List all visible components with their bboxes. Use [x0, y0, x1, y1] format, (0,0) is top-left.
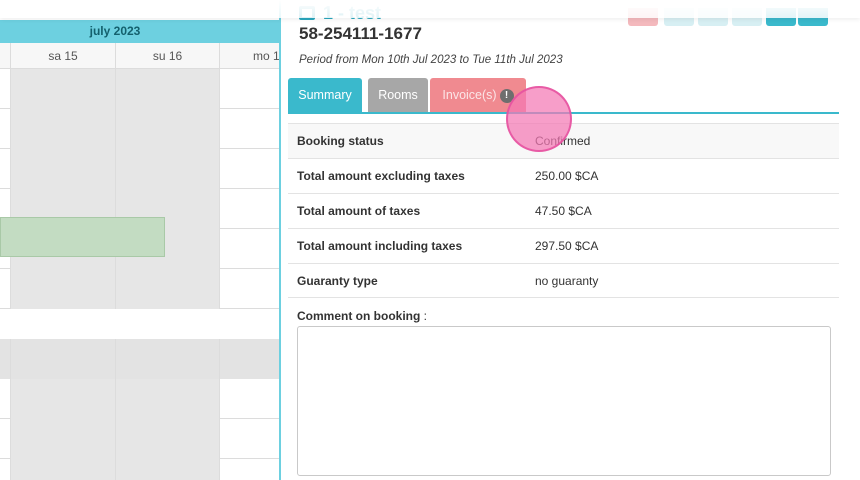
calendar-cell[interactable] — [0, 109, 10, 149]
table-row: Guaranty type no guaranty — [288, 263, 839, 298]
calendar-row — [0, 269, 280, 309]
calendar-cell[interactable] — [10, 69, 115, 109]
row-value: no guaranty — [535, 273, 599, 288]
calendar-cell[interactable] — [10, 379, 115, 419]
tab-summary[interactable]: Summary — [288, 78, 362, 112]
calendar-day-partial — [0, 43, 10, 69]
calendar-cell[interactable] — [115, 69, 219, 109]
row-value: 297.50 $CA — [535, 239, 599, 253]
calendar-cell[interactable] — [10, 339, 115, 379]
calendar-cells — [0, 69, 280, 480]
calendar-day-mo17: mo 1 — [219, 43, 280, 69]
calendar-cell[interactable] — [10, 109, 115, 149]
calendar-cell[interactable] — [219, 69, 280, 109]
calendar-grid: july 2023 sa 15 su 16 mo 1 — [0, 0, 280, 480]
calendar-cell[interactable] — [219, 459, 280, 480]
calendar-day-su16: su 16 — [115, 43, 219, 69]
calendar-row — [0, 419, 280, 459]
calendar-cell[interactable] — [219, 189, 280, 229]
calendar-row — [0, 109, 280, 149]
calendar-row — [0, 339, 280, 379]
calendar-cell[interactable] — [219, 109, 280, 149]
booking-period: Period from Mon 10th Jul 2023 to Tue 11t… — [299, 54, 563, 66]
calendar-cell[interactable] — [115, 379, 219, 419]
calendar-cell[interactable] — [115, 419, 219, 459]
calendar-month-header: july 2023 — [0, 20, 280, 43]
calendar-cell[interactable] — [10, 269, 115, 309]
table-row: Total amount of taxes 47.50 $CA — [288, 193, 839, 228]
table-row: Total amount including taxes 297.50 $CA — [288, 228, 839, 263]
table-row: Total amount excluding taxes 250.00 $CA — [288, 158, 839, 193]
calendar-day-header: sa 15 su 16 mo 1 — [0, 43, 280, 69]
calendar-cell[interactable] — [115, 269, 219, 309]
calendar-row — [0, 459, 280, 480]
tab-invoices-label: Invoice(s) — [442, 88, 497, 102]
calendar-cell[interactable] — [219, 339, 280, 379]
calendar-cell[interactable] — [115, 459, 219, 480]
calendar-cell[interactable] — [0, 379, 10, 419]
row-value: 250.00 $CA — [535, 169, 599, 183]
calendar-day-sa15: sa 15 — [10, 43, 115, 69]
calendar-cell[interactable] — [219, 229, 280, 269]
booking-bar[interactable] — [0, 217, 165, 257]
calendar-cell[interactable] — [219, 269, 280, 309]
calendar-cell[interactable] — [219, 149, 280, 189]
pointer-highlight — [506, 86, 572, 152]
calendar-cell[interactable] — [0, 459, 10, 480]
comment-label: Comment on booking : — [297, 309, 427, 323]
row-label: Total amount excluding taxes — [297, 169, 465, 183]
booking-detail-panel: 1 - test 58-254111-1677 Period from Mon … — [279, 0, 860, 480]
comment-label-text: Comment on booking — [297, 309, 421, 323]
summary-table: Booking status Confirmed Total amount ex… — [288, 123, 839, 298]
calendar-cell[interactable] — [115, 339, 219, 379]
calendar-cell[interactable] — [10, 149, 115, 189]
booking-reference: 58-254111-1677 — [299, 24, 422, 43]
row-label: Booking status — [297, 134, 384, 148]
calendar-cell[interactable] — [0, 69, 10, 109]
row-label: Total amount including taxes — [297, 239, 463, 253]
calendar-cell[interactable] — [0, 269, 10, 309]
comment-textarea[interactable] — [297, 326, 831, 476]
tab-rooms[interactable]: Rooms — [368, 78, 428, 112]
top-header-strip — [0, 0, 860, 18]
row-label: Guaranty type — [297, 273, 378, 288]
calendar-cell[interactable] — [0, 419, 10, 459]
calendar-cell[interactable] — [0, 339, 10, 379]
app-screen: july 2023 sa 15 su 16 mo 1 58-254111-167… — [0, 0, 860, 480]
calendar-cell[interactable] — [115, 109, 219, 149]
calendar-cell[interactable] — [219, 419, 280, 459]
calendar-cell[interactable] — [115, 149, 219, 189]
row-value: 47.50 $CA — [535, 204, 592, 218]
calendar-cell[interactable] — [0, 149, 10, 189]
calendar-row — [0, 149, 280, 189]
row-value: Confirmed — [535, 134, 839, 148]
row-label: Total amount of taxes — [297, 204, 421, 218]
calendar-cell[interactable] — [219, 379, 280, 419]
calendar-row — [0, 379, 280, 419]
calendar-cell[interactable] — [10, 459, 115, 480]
calendar-cell[interactable] — [10, 419, 115, 459]
comment-label-suffix: : — [420, 309, 427, 323]
calendar-row — [0, 69, 280, 109]
